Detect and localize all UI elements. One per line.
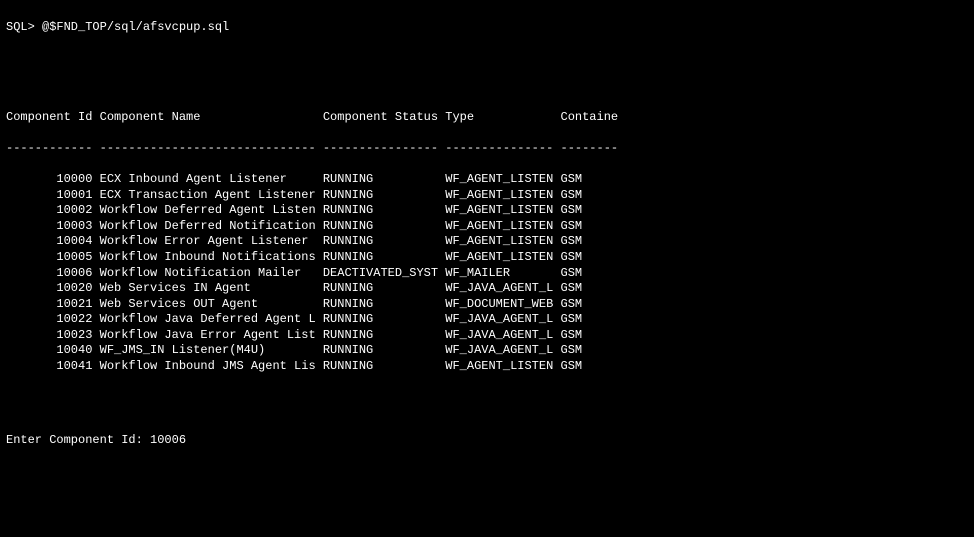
comp-table-row: 10001 ECX Transaction Agent Listener RUN… — [6, 188, 968, 204]
comp-table-row: 10020 Web Services IN Agent RUNNING WF_J… — [6, 281, 968, 297]
comp-table-row: 10040 WF_JMS_IN Listener(M4U) RUNNING WF… — [6, 343, 968, 359]
comp-table-row: 10021 Web Services OUT Agent RUNNING WF_… — [6, 297, 968, 313]
comp-table-row: 10022 Workflow Java Deferred Agent L RUN… — [6, 312, 968, 328]
comp-table-divider: ------------ ---------------------------… — [6, 141, 968, 157]
enter-component-id: Enter Component Id: 10006 — [6, 433, 968, 449]
comp-table-row: 10002 Workflow Deferred Agent Listen RUN… — [6, 203, 968, 219]
comp-table-row: 10023 Workflow Java Error Agent List RUN… — [6, 328, 968, 344]
comp-table-row: 10005 Workflow Inbound Notifications RUN… — [6, 250, 968, 266]
comp-table-header: Component Id Component Name Component St… — [6, 110, 968, 126]
comp-table-row: 10000 ECX Inbound Agent Listener RUNNING… — [6, 172, 968, 188]
sql-prompt-line: SQL> @$FND_TOP/sql/afsvcpup.sql — [6, 20, 968, 36]
terminal-output: SQL> @$FND_TOP/sql/afsvcpup.sql Componen… — [0, 0, 974, 537]
comp-table-row: 10003 Workflow Deferred Notification RUN… — [6, 219, 968, 235]
comp-table-row: 10004 Workflow Error Agent Listener RUNN… — [6, 234, 968, 250]
comp-table-row: 10006 Workflow Notification Mailer DEACT… — [6, 266, 968, 282]
comp-table-row: 10041 Workflow Inbound JMS Agent Lis RUN… — [6, 359, 968, 375]
